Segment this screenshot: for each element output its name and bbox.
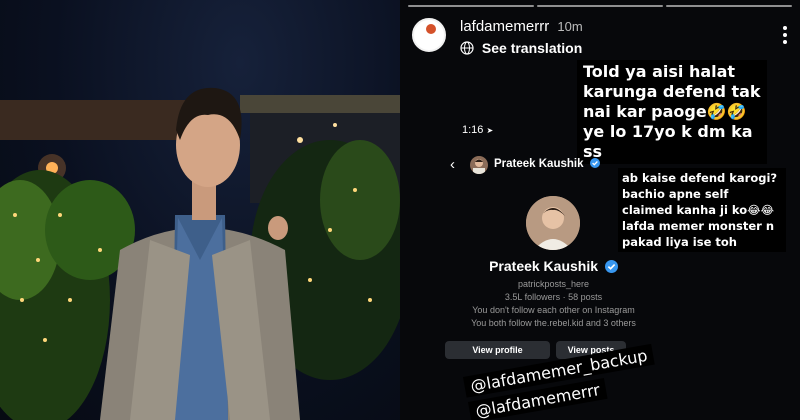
profile-photo bbox=[0, 0, 400, 420]
back-arrow-icon[interactable]: ‹ bbox=[450, 157, 455, 172]
view-profile-button[interactable]: View profile bbox=[445, 341, 550, 359]
mutual-follow: You both follow the.rebel.kid and 3 othe… bbox=[471, 318, 636, 328]
story-time: 10m bbox=[557, 19, 583, 34]
story-username[interactable]: lafdamemerrr bbox=[460, 18, 549, 35]
main-text-sticker: Told ya aisi halat karunga defend tak na… bbox=[577, 60, 767, 164]
follow-status: You don't follow each other on Instagram bbox=[472, 305, 635, 315]
translate-icon bbox=[460, 41, 474, 55]
side-text-sticker: ab kaise defend karogi? bachio apne self… bbox=[618, 168, 786, 252]
progress-segment bbox=[666, 5, 792, 7]
profile-handle: patrickposts_here bbox=[517, 279, 590, 289]
progress-segment bbox=[408, 5, 534, 7]
three-dots-icon[interactable] bbox=[782, 26, 788, 47]
clock-time: 1:16 bbox=[462, 124, 484, 136]
story-avatar[interactable] bbox=[412, 18, 446, 52]
see-translation-label: See translation bbox=[481, 40, 583, 56]
profile-avatar[interactable] bbox=[526, 196, 580, 250]
avatar-logo-icon bbox=[426, 24, 436, 34]
story-progress-bar bbox=[408, 5, 792, 7]
story-username-line[interactable]: lafdamemerrr 10m bbox=[460, 18, 583, 35]
story-header: lafdamemerrr 10m See translation bbox=[412, 18, 788, 58]
verified-badge-icon bbox=[589, 158, 600, 168]
photo-illustration bbox=[0, 87, 400, 420]
see-translation-button[interactable]: See translation bbox=[460, 40, 582, 56]
profile-name: Prateek Kaushik bbox=[400, 258, 707, 274]
location-arrow-icon: ➤ bbox=[486, 126, 494, 135]
profile-stats: 3.5L followers · 58 posts bbox=[504, 292, 603, 302]
verified-badge-icon bbox=[604, 260, 618, 273]
dm-header-name[interactable]: Prateek Kaushik bbox=[494, 158, 600, 170]
instagram-story: lafdamemerrr 10m See translation Told ya… bbox=[400, 0, 800, 420]
progress-segment bbox=[537, 5, 663, 7]
dm-header-avatar[interactable] bbox=[470, 156, 488, 174]
status-clock: 1:16 ➤ bbox=[462, 124, 493, 136]
